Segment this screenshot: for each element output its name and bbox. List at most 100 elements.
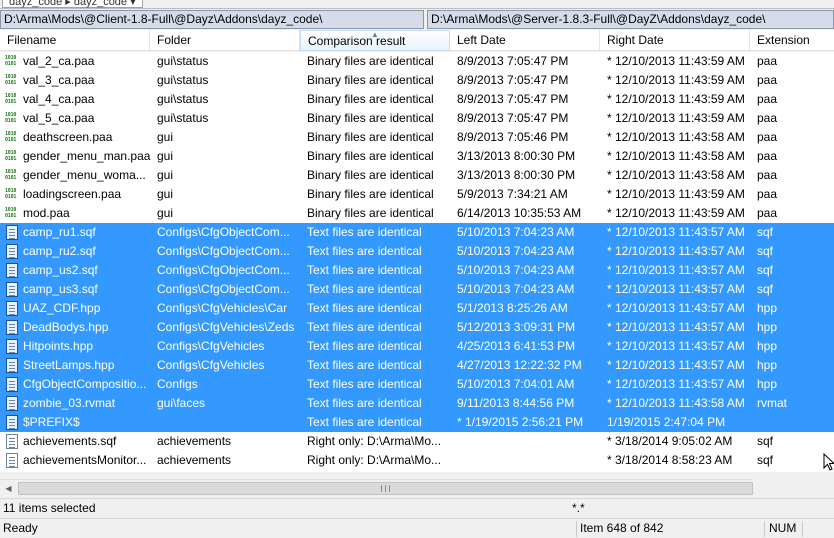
extension-cell: paa bbox=[757, 149, 778, 163]
comparison-result-cell: Text files are identical bbox=[307, 396, 422, 410]
right-path-field[interactable]: D:\Arma\Mods\@Server-1.8.3-Full\@DayZ\Ad… bbox=[427, 10, 834, 29]
table-row[interactable]: StreetLamps.hpp Configs\CfgVehicles Text f… bbox=[0, 356, 834, 375]
filename-cell: val_3_ca.paa bbox=[23, 73, 95, 87]
table-row[interactable]: DeadBodys.hpp Configs\CfgVehicles\Zeds Tex… bbox=[0, 318, 834, 337]
column-header-filename[interactable]: Filename bbox=[0, 30, 150, 51]
right-date-cell: 1/19/2015 2:47:04 PM bbox=[607, 415, 726, 429]
comparison-result-cell: Binary files are identical bbox=[307, 168, 434, 182]
binary-file-icon: 1010 0101 bbox=[5, 74, 17, 86]
extension-cell bbox=[757, 413, 832, 432]
table-row[interactable]: CfgObjectCompositio... Configs Text files … bbox=[0, 375, 834, 394]
folder-cell: gui\status bbox=[157, 111, 209, 125]
folder-cell: gui bbox=[157, 168, 174, 182]
left-date-cell: 5/10/2013 7:04:23 AM bbox=[457, 225, 575, 239]
comparison-result-cell: Text files are identical bbox=[307, 415, 422, 429]
comparison-result-cell: Binary files are identical bbox=[307, 73, 434, 87]
comparison-result-cell: Binary files are identical bbox=[307, 130, 434, 144]
comparison-result-cell: Binary files are identical bbox=[307, 92, 434, 106]
table-row[interactable]: camp_us2.sqf Configs\CfgObjectCom... Text … bbox=[0, 261, 834, 280]
column-header-extension[interactable]: Extension bbox=[750, 30, 834, 51]
item-position: Item 648 of 842 bbox=[580, 521, 664, 535]
column-header-comparison-result-label: Comparison result bbox=[308, 34, 406, 48]
binary-file-icon: 1010 0101 bbox=[5, 131, 17, 143]
left-date-cell: 5/10/2013 7:04:23 AM bbox=[457, 282, 575, 296]
extension-cell: sqf bbox=[757, 434, 774, 448]
extension-cell: sqf bbox=[757, 244, 774, 258]
comparison-result-cell: Binary files are identical bbox=[307, 54, 434, 68]
left-date-cell: 8/9/2013 7:05:47 PM bbox=[457, 111, 569, 125]
scroll-left-icon[interactable]: ◀ bbox=[0, 481, 17, 496]
table-row[interactable]: camp_us3.sqf Configs\CfgObjectCom... Text … bbox=[0, 280, 834, 299]
right-date-cell: * 12/10/2013 11:43:58 AM bbox=[607, 130, 745, 144]
folder-cell: gui bbox=[157, 187, 174, 201]
extension-cell: sqf bbox=[757, 282, 774, 296]
folder-cell: gui bbox=[157, 149, 174, 163]
table-row[interactable]: 1010 0101 val_2_ca.paa gui\status Binary fil… bbox=[0, 52, 834, 71]
path-bar: D:\Arma\Mods\@Client-1.8-Full\@Dayz\Addo… bbox=[0, 9, 834, 30]
column-header-left-date[interactable]: Left Date bbox=[450, 30, 600, 51]
filename-cell: loadingscreen.paa bbox=[23, 187, 122, 201]
binary-file-icon: 1010 0101 bbox=[5, 188, 17, 200]
filename-cell: camp_us2.sqf bbox=[23, 263, 98, 277]
extension-cell: paa bbox=[757, 111, 778, 125]
right-date-cell: * 12/10/2013 11:43:57 AM bbox=[607, 263, 745, 277]
table-row[interactable]: 1010 0101 val_4_ca.paa gui\status Binary fil… bbox=[0, 90, 834, 109]
right-date-cell: * 12/10/2013 11:43:59 AM bbox=[607, 111, 745, 125]
right-date-cell: * 3/18/2014 8:58:23 AM bbox=[607, 453, 733, 467]
filename-cell: camp_us3.sqf bbox=[23, 282, 98, 296]
extension-cell: hpp bbox=[757, 320, 778, 334]
comparison-result-cell: Binary files are identical bbox=[307, 187, 434, 201]
left-date-cell: 8/9/2013 7:05:46 PM bbox=[457, 130, 569, 144]
comparison-result-cell: Right only: D:\Arma\Mo... bbox=[307, 453, 442, 467]
extension-cell: paa bbox=[757, 92, 778, 106]
left-date-cell: 6/14/2013 10:35:53 AM bbox=[457, 206, 582, 220]
table-row[interactable]: 1010 0101 mod.paa gui Binary files are ident… bbox=[0, 204, 834, 223]
table-row[interactable]: Hitpoints.hpp Configs\CfgVehicles Text fil… bbox=[0, 337, 834, 356]
binary-file-icon: 1010 0101 bbox=[5, 169, 17, 181]
table-row[interactable]: 1010 0101 loadingscreen.paa gui Binary files… bbox=[0, 185, 834, 204]
comparison-file-list[interactable]: 1010 0101 val_2_ca.paa gui\status Binary fil… bbox=[0, 52, 834, 472]
table-row[interactable]: 1010 0101 gender_menu_woma... gui Binary fil… bbox=[0, 166, 834, 185]
filename-cell: achievements.sqf bbox=[23, 434, 117, 448]
comparison-result-cell: Text files are identical bbox=[307, 244, 422, 258]
filename-cell: StreetLamps.hpp bbox=[23, 358, 115, 372]
table-row[interactable]: camp_ru2.sqf Configs\CfgObjectCom... Text … bbox=[0, 242, 834, 261]
filename-cell: achievementsMonitor... bbox=[23, 453, 147, 467]
folder-cell: Configs\CfgVehicles bbox=[157, 339, 265, 353]
extension-cell: sqf bbox=[757, 263, 774, 277]
column-header-folder[interactable]: Folder bbox=[150, 30, 300, 51]
folder-cell: Configs\CfgObjectCom... bbox=[157, 225, 290, 239]
extension-cell: paa bbox=[757, 130, 778, 144]
table-row[interactable]: achievementsMonitor... achievements Right … bbox=[0, 451, 834, 470]
right-date-cell: * 12/10/2013 11:43:57 AM bbox=[607, 320, 745, 334]
extension-cell: rvmat bbox=[757, 396, 787, 410]
table-row[interactable]: achievements.sqf achievements Right only: … bbox=[0, 432, 834, 451]
left-path-field[interactable]: D:\Arma\Mods\@Client-1.8-Full\@Dayz\Addo… bbox=[0, 10, 424, 29]
filename-cell: DeadBodys.hpp bbox=[23, 320, 109, 334]
table-row[interactable]: camp_ru1.sqf Configs\CfgObjectCom... Text … bbox=[0, 223, 834, 242]
extension-cell: paa bbox=[757, 206, 778, 220]
column-header-comparison-result[interactable]: ▲ Comparison result bbox=[300, 30, 450, 51]
folder-cell: gui\faces bbox=[157, 396, 206, 410]
table-row[interactable]: zombie_03.rvmat gui\faces Text files are i… bbox=[0, 394, 834, 413]
column-header-right-date[interactable]: Right Date bbox=[600, 30, 750, 51]
table-row[interactable]: $PREFIX$ Text files are identical * 1/19/2… bbox=[0, 413, 834, 432]
table-row[interactable]: 1010 0101 val_3_ca.paa gui\status Binary fil… bbox=[0, 71, 834, 90]
table-row[interactable]: 1010 0101 gender_menu_man.paa gui Binary fil… bbox=[0, 147, 834, 166]
right-date-cell: * 12/10/2013 11:43:57 AM bbox=[607, 358, 745, 372]
folder-cell: gui\status bbox=[157, 54, 209, 68]
table-row[interactable]: UAZ_CDF.hpp Configs\CfgVehicles\Car Text f… bbox=[0, 299, 834, 318]
text-file-icon bbox=[6, 434, 18, 449]
extension-cell: paa bbox=[757, 187, 778, 201]
right-date-cell: * 12/10/2013 11:43:59 AM bbox=[607, 92, 745, 106]
horizontal-scrollbar[interactable]: ◀ bbox=[0, 479, 753, 496]
table-row[interactable]: 1010 0101 deathscreen.paa gui Binary files a… bbox=[0, 128, 834, 147]
left-date-cell: 3/13/2013 8:00:30 PM bbox=[457, 149, 576, 163]
filename-cell: val_4_ca.paa bbox=[23, 92, 95, 106]
num-lock-indicator: NUM bbox=[769, 521, 797, 535]
left-date-cell: 3/13/2013 8:00:30 PM bbox=[457, 168, 576, 182]
text-file-icon bbox=[6, 244, 18, 259]
table-row[interactable]: 1010 0101 val_5_ca.paa gui\status Binary fil… bbox=[0, 109, 834, 128]
tab-dayz-code[interactable]: dayz_code ▸ dayz_code ▾ bbox=[2, 0, 143, 8]
scrollbar-thumb[interactable] bbox=[18, 482, 753, 495]
